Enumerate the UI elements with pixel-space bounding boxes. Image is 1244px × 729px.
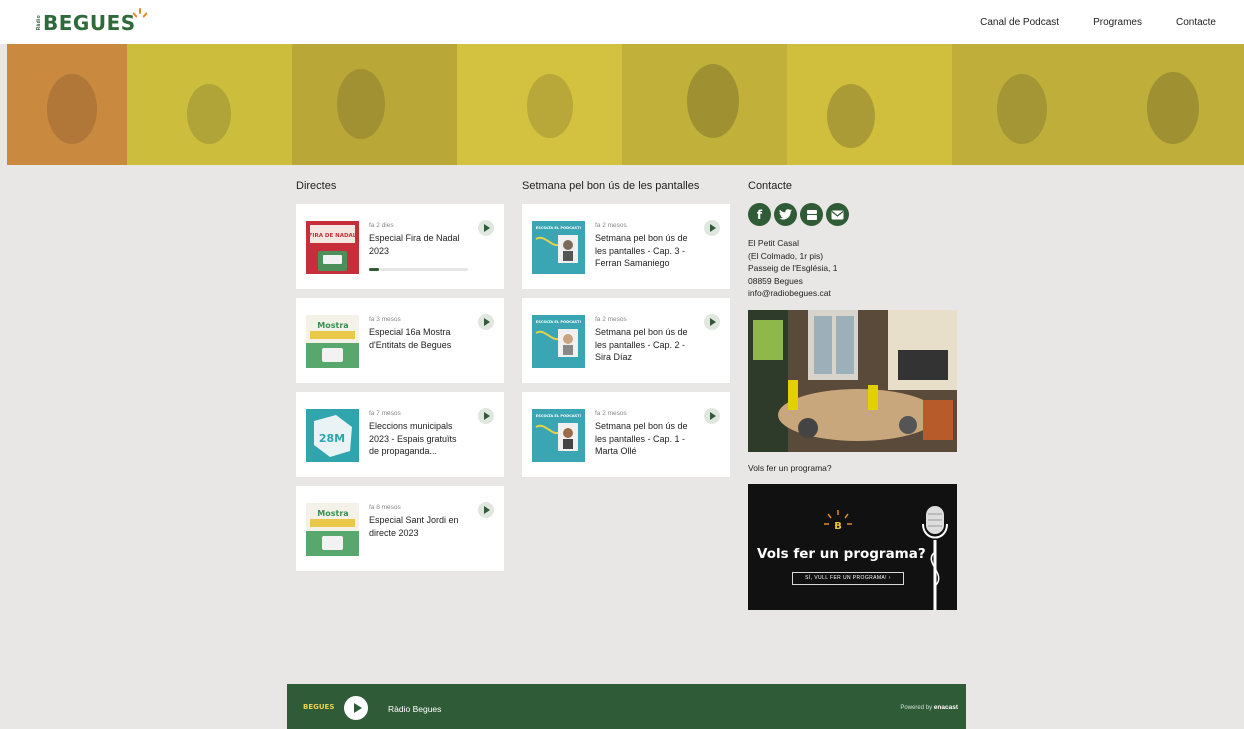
player-play-button[interactable]	[344, 696, 368, 720]
card-title: Eleccions municipals 2023 - Espais gratu…	[369, 421, 457, 456]
card-date: fa 2 mesos	[595, 316, 627, 323]
svg-text:ESCOLTA EL PODCAST!: ESCOLTA EL PODCAST!	[536, 414, 582, 418]
hero-banner-image	[7, 44, 1244, 165]
contact-address: El Petit Casal (El Colmado, 1r pis) Pass…	[748, 237, 838, 300]
escolta-podcast-thumbnail: ESCOLTA EL PODCAST!	[532, 221, 585, 274]
nav-contacte[interactable]: Contacte	[1176, 17, 1216, 28]
play-button[interactable]	[478, 502, 494, 518]
svg-text:FIRA DE NADAL: FIRA DE NADAL	[309, 233, 357, 239]
play-icon	[484, 224, 490, 232]
logo-wordmark: BEGUES	[43, 11, 136, 35]
directes-heading: Directes	[296, 180, 337, 192]
card-date: fa 7 mesos	[369, 410, 401, 417]
setmana-heading: Setmana pel bon ús de les pantalles	[522, 180, 700, 192]
progress-bar[interactable]	[369, 268, 468, 271]
play-icon	[484, 318, 490, 326]
address-line: (El Colmado, 1r pis)	[748, 250, 824, 261]
svg-text:ESCOLTA EL PODCAST!: ESCOLTA EL PODCAST!	[536, 226, 582, 230]
card-title: Especial 16a Mostra d'Entitats de Begues	[369, 327, 452, 350]
podcast-card[interactable]: ESCOLTA EL PODCAST! fa 2 mesos Setmana p…	[522, 298, 730, 383]
play-icon	[710, 224, 716, 232]
card-title: Especial Fira de Nadal 2023	[369, 233, 460, 256]
card-date: fa 2 dies	[369, 222, 394, 229]
contacte-heading: Contacte	[748, 180, 793, 192]
player-logo: BEGUES	[303, 703, 335, 711]
facebook-icon[interactable]: f	[748, 203, 771, 226]
logo-sun-icon: B	[824, 510, 852, 532]
sant-jordi-thumbnail: Mostra	[306, 503, 359, 556]
escolta-podcast-thumbnail: ESCOLTA EL PODCAST!	[532, 315, 585, 368]
play-button[interactable]	[704, 220, 720, 236]
live-player-bar: BEGUES Ràdio Begues Powered by enacast	[287, 684, 966, 729]
card-date: fa 8 mesos	[369, 504, 401, 511]
play-button[interactable]	[704, 314, 720, 330]
eleccions-thumbnail: 28M	[306, 409, 359, 462]
podcast-card[interactable]: 28M fa 7 mesos Eleccions municipals 2023…	[296, 392, 504, 477]
twitter-icon[interactable]	[774, 203, 797, 226]
podcast-card[interactable]: FIRA DE NADAL fa 2 dies Especial Fira de…	[296, 204, 504, 289]
main-nav: Canal de Podcast Programes Contacte	[980, 0, 1216, 44]
mostra-entitats-thumbnail: Mostra	[306, 315, 359, 368]
podcast-card[interactable]: ESCOLTA EL PODCAST! fa 2 mesos Setmana p…	[522, 204, 730, 289]
escolta-podcast-thumbnail: ESCOLTA EL PODCAST!	[532, 409, 585, 462]
svg-text:Mostra: Mostra	[317, 509, 348, 518]
card-title: Setmana pel bon ús de les pantalles - Ca…	[595, 233, 688, 268]
podcast-card[interactable]: ESCOLTA EL PODCAST! fa 2 mesos Setmana p…	[522, 392, 730, 477]
youtube-icon[interactable]	[800, 203, 823, 226]
address-line: El Petit Casal	[748, 238, 800, 248]
nav-programes[interactable]: Programes	[1093, 17, 1142, 28]
logo-radio-label: Ràdio	[36, 15, 42, 31]
play-button[interactable]	[478, 220, 494, 236]
svg-text:ESCOLTA EL PODCAST!: ESCOLTA EL PODCAST!	[536, 320, 582, 324]
player-station-name: Ràdio Begues	[388, 704, 442, 714]
card-title: Setmana pel bon ús de les pantalles - Ca…	[595, 327, 688, 362]
radio-begues-logo[interactable]: Ràdio BEGUES	[36, 8, 148, 37]
play-icon	[710, 412, 716, 420]
play-icon	[484, 506, 490, 514]
card-title: Especial Sant Jordi en directe 2023	[369, 515, 459, 538]
play-icon	[484, 412, 490, 420]
card-date: fa 2 mesos	[595, 222, 627, 229]
promo-heading: Vols fer un programa?	[757, 546, 926, 562]
address-line: Passeig de l'Església, 1	[748, 263, 838, 274]
logo-rays-icon	[131, 8, 148, 28]
card-date: fa 3 mesos	[369, 316, 401, 323]
vols-fer-programa-label: Vols fer un programa?	[748, 463, 832, 473]
svg-text:B: B	[834, 521, 842, 532]
powered-by-enacast[interactable]: Powered by enacast	[900, 704, 958, 711]
svg-text:28M: 28M	[319, 432, 345, 445]
podcast-card[interactable]: Mostra fa 3 mesos Especial 16a Mostra d'…	[296, 298, 504, 383]
card-date: fa 2 mesos	[595, 410, 627, 417]
nav-canal-de-podcast[interactable]: Canal de Podcast	[980, 17, 1059, 28]
social-links: f	[748, 203, 849, 226]
enacast-brand: enacast	[933, 704, 958, 711]
contact-email[interactable]: info@radiobegues.cat	[748, 287, 838, 300]
podcast-card[interactable]: Mostra fa 8 mesos Especial Sant Jordi en…	[296, 486, 504, 571]
address-line: 08859 Begues	[748, 275, 803, 286]
card-title: Setmana pel bon ús de les pantalles - Ca…	[595, 421, 688, 456]
vull-fer-programa-button[interactable]: SÍ, VULL FER UN PROGRAMA! ›	[792, 572, 904, 585]
vols-fer-programa-banner[interactable]: B Vols fer un programa? SÍ, VULL FER UN …	[748, 484, 957, 610]
powered-by-label: Powered by	[900, 705, 933, 711]
fira-de-nadal-thumbnail: FIRA DE NADAL	[306, 221, 359, 274]
progress-fill	[369, 268, 379, 271]
play-button[interactable]	[704, 408, 720, 424]
play-icon	[353, 703, 362, 713]
play-icon	[710, 318, 716, 326]
svg-text:Mostra: Mostra	[317, 321, 348, 330]
play-button[interactable]	[478, 408, 494, 424]
play-button[interactable]	[478, 314, 494, 330]
studio-photo	[748, 310, 957, 452]
top-navbar: Ràdio BEGUES Canal de Podcast Programes …	[0, 0, 1244, 44]
mail-icon[interactable]	[826, 203, 849, 226]
